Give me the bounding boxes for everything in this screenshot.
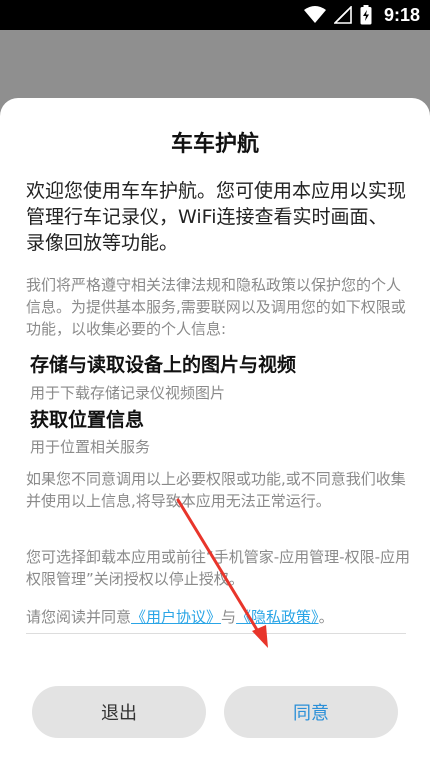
uninstall-note: 您可选择卸载本应用或前往“手机管家-应用管理-权限-应用权限管理”关闭授权以停止… (26, 548, 411, 588)
permission-title-storage: 存储与读取设备上的图片与视频 (30, 354, 297, 376)
disagree-note: 如果您不同意调用以上必要权限或功能,或不同意我们收集并使用以上信息,将导致本应用… (26, 470, 406, 510)
user-agreement-link[interactable]: 《用户协议》 (131, 608, 221, 626)
privacy-policy-link[interactable]: 《隐私政策》 (236, 608, 319, 626)
divider (26, 633, 406, 634)
consent-line: 请您阅读并同意《用户协议》与《隐私政策》。 (26, 606, 406, 627)
battery-charging-icon (360, 5, 372, 25)
permission-desc-storage: 用于下载存储记录仪视频图片 (30, 384, 226, 402)
dialog-title: 车车护航 (170, 132, 259, 157)
permission-title-location: 获取位置信息 (30, 409, 145, 431)
privacy-notice: 我们将严格遵守相关法律法规和隐私政策以保护您的个人信息。为提供基本服务,需要联网… (26, 276, 406, 338)
exit-button[interactable]: 退出 (32, 686, 206, 738)
status-bar: 9:18 (0, 0, 430, 30)
permission-desc-location: 用于位置相关服务 (30, 438, 151, 456)
signal-icon (333, 6, 352, 24)
privacy-dialog: 车车护航 欢迎您使用车车护航。您可使用本应用以实现管理行车记录仪，WiFi连接查… (0, 98, 430, 764)
intro-text: 欢迎您使用车车护航。您可使用本应用以实现管理行车记录仪，WiFi连接查看实时画面… (26, 180, 407, 254)
agree-button[interactable]: 同意 (224, 686, 398, 738)
consent-connector: 与 (221, 608, 237, 626)
wifi-icon (303, 6, 326, 24)
status-time: 9:18 (383, 4, 420, 25)
consent-suffix: 。 (318, 608, 334, 626)
consent-prefix: 请您阅读并同意 (26, 608, 132, 626)
